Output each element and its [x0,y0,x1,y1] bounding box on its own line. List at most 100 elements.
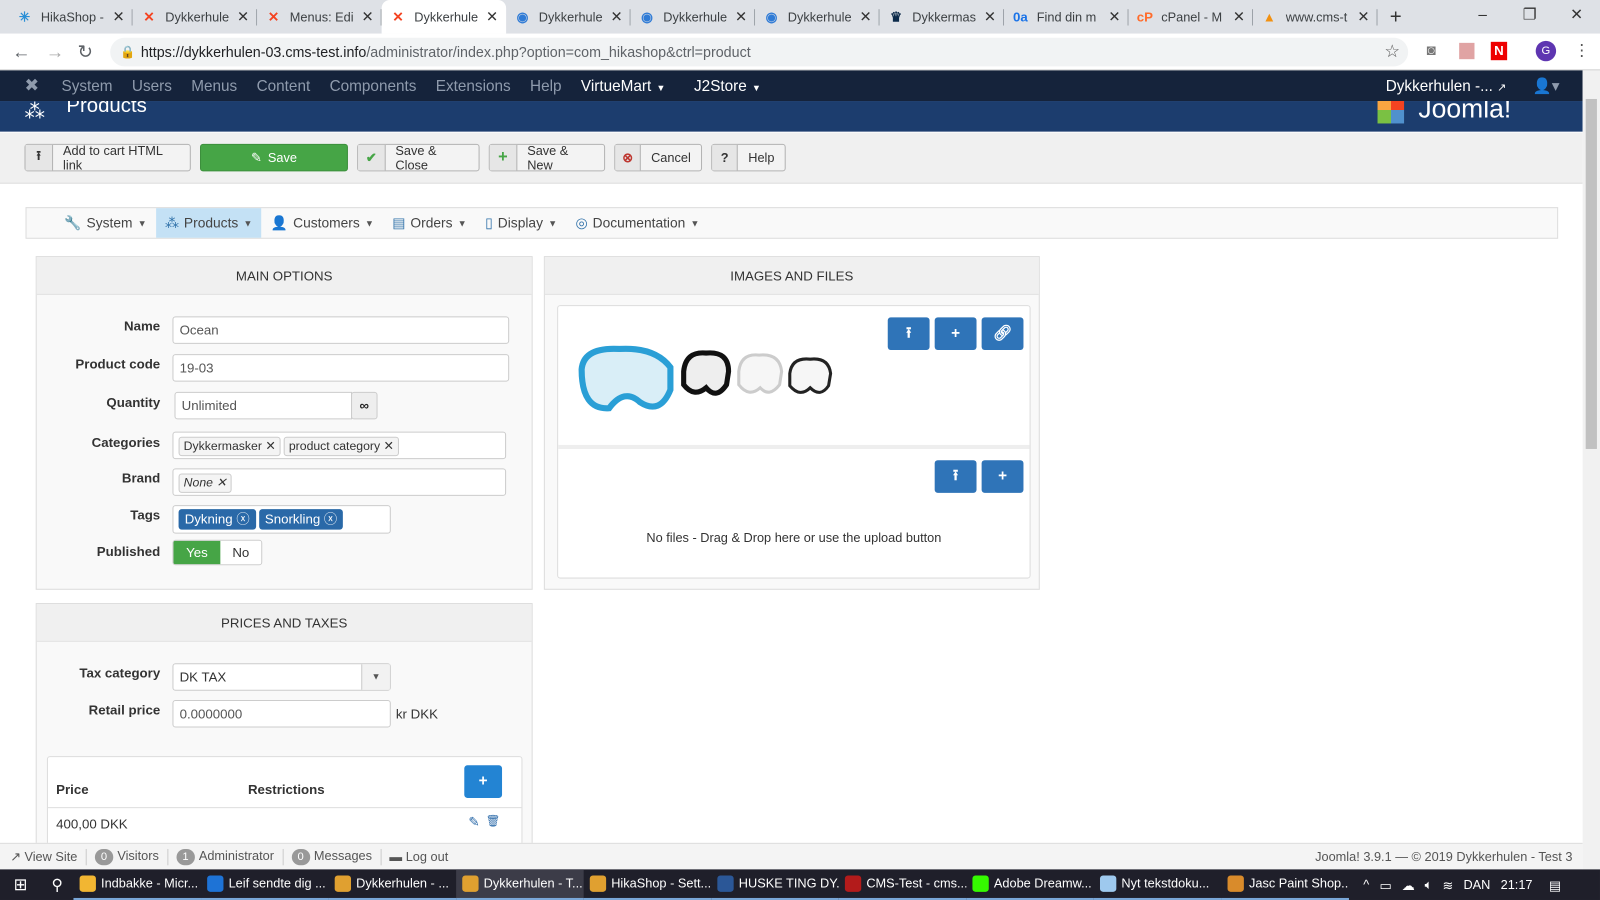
menu-j2store[interactable]: J2Store ▼ [694,77,761,94]
bookmark-star-icon[interactable]: ☆ [1384,38,1400,67]
browser-tab[interactable]: ◉ Dykkerhule ✕ [506,0,631,34]
submenu-customers[interactable]: 👤 Customers ▼ [262,208,383,238]
remove-icon[interactable]: ✕ [383,439,393,453]
back-icon[interactable]: ← [12,42,30,63]
add-image-button[interactable]: + [934,317,977,350]
menu-virtuemart[interactable]: VirtueMart ▼ [581,77,666,94]
menu-help[interactable]: Help [530,77,561,94]
cancel-button[interactable]: ⊗ Cancel [614,143,703,172]
taskbar-item[interactable]: Dykkerhulen - T... [456,869,584,900]
upload-image-button[interactable]: ⭱ [887,317,930,350]
menu-menus[interactable]: Menus [191,77,237,94]
browser-tab[interactable]: ✕ Dykkerhule ✕ [381,0,507,34]
close-tab-icon[interactable]: ✕ [610,8,622,25]
categories-select[interactable]: Dykkermasker ✕ product category ✕ [172,431,507,460]
submenu-documentation[interactable]: ◎ Documentation ▼ [566,208,708,238]
browser-tab[interactable]: ◉ Dykkerhule ✕ [755,0,880,34]
close-window-button[interactable]: ✕ [1553,0,1600,34]
add-price-button[interactable]: + [464,765,503,798]
submenu-system[interactable]: 🔧 System ▼ [55,208,156,238]
taskbar-item[interactable]: Dykkerhulen - ... [328,869,457,900]
pdf-extension-icon[interactable] [1459,42,1475,60]
submenu-products[interactable]: ⁂ Products ▼ [155,208,262,238]
clock[interactable]: 21:17 [1501,878,1533,892]
product-image[interactable] [573,329,838,421]
name-input[interactable]: Ocean [172,316,510,344]
quantity-input[interactable]: Unlimited [174,391,353,420]
restore-button[interactable]: ❐ [1506,0,1553,34]
add-to-cart-html-link-button[interactable]: ⭱ Add to cart HTML link [24,143,191,172]
close-tab-icon[interactable]: ✕ [237,8,249,25]
tags-input[interactable]: Dykning ⓧ Snorkling ⓧ [172,505,391,534]
browser-tab[interactable]: ✳ HikaShop - ✕ [8,0,133,34]
messages-link[interactable]: 0 Messages [291,848,372,865]
visitors-link[interactable]: 0 Visitors [94,848,159,865]
product-code-input[interactable]: 19-03 [172,354,510,382]
site-link[interactable]: Dykkerhulen -... ↗ [1386,77,1507,94]
wifi-icon[interactable]: ≋ [1443,877,1454,892]
new-tab-button[interactable]: + [1390,6,1402,29]
menu-users[interactable]: Users [132,77,172,94]
close-tab-icon[interactable]: ✕ [859,8,871,25]
close-tab-icon[interactable]: ✕ [735,8,747,25]
remove-icon[interactable]: ⓧ [324,511,337,526]
close-tab-icon[interactable]: ✕ [984,8,996,25]
user-menu-icon[interactable]: 👤▾ [1533,77,1560,95]
retail-price-input[interactable]: 0.0000000 [172,699,391,728]
browser-tab[interactable]: ✕ Dykkerhule ✕ [133,0,258,34]
view-site-link[interactable]: ↗ View Site [10,849,77,864]
published-no[interactable]: No [220,540,262,565]
brand-select[interactable]: None ✕ [172,468,507,496]
profile-avatar[interactable]: G [1535,40,1557,62]
menu-system[interactable]: System [61,77,112,94]
browser-tab[interactable]: 0a Find din m ✕ [1004,0,1129,34]
edit-icon[interactable]: ✎ [468,814,479,830]
submenu-orders[interactable]: ▤ Orders ▼ [383,208,476,238]
logout-link[interactable]: ▬ Log out [389,849,448,863]
reload-icon[interactable]: ↻ [78,42,93,63]
taskbar-item[interactable]: HikaShop - Sett... [583,869,712,900]
camera-extension-icon[interactable]: ◙ [1427,42,1436,59]
taskbar-item[interactable]: HUSKE TING DY... [711,869,839,900]
notifications-icon[interactable]: ▤ [1549,877,1561,892]
url-bar[interactable]: 🔒 https://dykkerhulen-03.cms-test.info/a… [110,37,1409,67]
taskbar-item[interactable]: Leif sendte dig ... [201,869,329,900]
add-file-button[interactable]: + [981,460,1024,493]
link-image-button[interactable]: 🔗︎ [981,317,1024,350]
tax-category-select[interactable]: DK TAX ▼ [172,663,391,691]
browser-tab[interactable]: cP cPanel - M ✕ [1129,0,1254,34]
help-button[interactable]: ? Help [711,143,786,172]
submenu-display[interactable]: ▯ Display ▼ [476,208,566,238]
save-close-button[interactable]: ✔ Save & Close [357,143,480,172]
browser-tab[interactable]: ◉ Dykkerhule ✕ [631,0,756,34]
remove-icon[interactable]: ✕ [265,439,275,453]
upload-file-button[interactable]: ⭱ [934,460,977,493]
cloud-icon[interactable]: ☁ [1402,877,1415,892]
forward-icon[interactable]: → [46,42,64,63]
tray-chevron-icon[interactable]: ^ [1363,878,1369,892]
battery-icon[interactable]: ▭ [1379,877,1391,892]
remove-icon[interactable]: ⓧ [236,511,249,526]
remove-icon[interactable]: ✕ [216,476,226,490]
close-tab-icon[interactable]: ✕ [486,8,498,25]
save-button[interactable]: ✎ Save [199,143,348,172]
page-scrollbar[interactable] [1582,70,1600,870]
taskbar-item[interactable]: Indbakke - Micr... [73,869,202,900]
taskbar-item[interactable]: Nyt tekstdoku... [1093,869,1222,900]
close-tab-icon[interactable]: ✕ [1357,8,1369,25]
minimize-button[interactable]: – [1459,0,1506,34]
netflix-extension-icon[interactable]: N [1490,41,1508,61]
language-indicator[interactable]: DAN [1463,878,1490,892]
browser-tab[interactable]: ✕ Menus: Edi ✕ [257,0,382,34]
menu-content[interactable]: Content [257,77,311,94]
published-yes[interactable]: Yes [173,540,221,565]
close-tab-icon[interactable]: ✕ [361,8,373,25]
taskbar-item[interactable]: CMS-Test - cms... [838,869,967,900]
close-tab-icon[interactable]: ✕ [113,8,125,25]
close-tab-icon[interactable]: ✕ [1233,8,1245,25]
browser-menu-icon[interactable]: ⋮ [1573,41,1589,61]
joomla-logo-icon[interactable]: ✖ [24,76,39,96]
save-new-button[interactable]: + Save & New [488,143,606,172]
menu-components[interactable]: Components [330,77,417,94]
browser-tab[interactable]: ♛ Dykkermas ✕ [880,0,1005,34]
